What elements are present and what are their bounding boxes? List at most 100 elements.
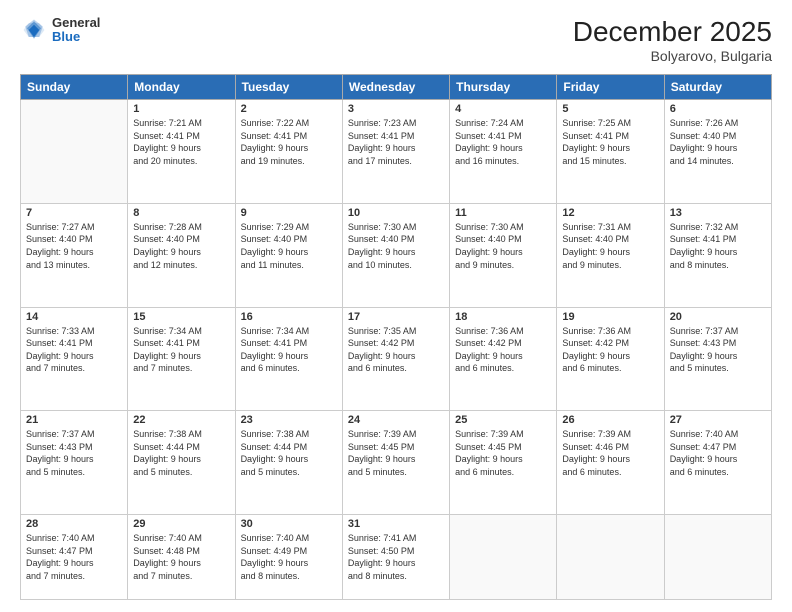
day-number: 28 — [26, 518, 122, 530]
calendar-cell: 14 Sunrise: 7:33 AMSunset: 4:41 PMDayligh… — [21, 307, 128, 411]
day-info: Sunrise: 7:36 AMSunset: 4:42 PMDaylight:… — [455, 325, 551, 375]
weekday-header: Saturday — [664, 75, 771, 100]
day-number: 9 — [241, 207, 337, 219]
day-info: Sunrise: 7:25 AMSunset: 4:41 PMDaylight:… — [562, 117, 658, 167]
calendar-cell: 1 Sunrise: 7:21 AMSunset: 4:41 PMDaylight… — [128, 100, 235, 204]
day-number: 7 — [26, 207, 122, 219]
day-number: 25 — [455, 414, 551, 426]
day-info: Sunrise: 7:30 AMSunset: 4:40 PMDaylight:… — [455, 221, 551, 271]
day-info: Sunrise: 7:24 AMSunset: 4:41 PMDaylight:… — [455, 117, 551, 167]
day-info: Sunrise: 7:37 AMSunset: 4:43 PMDaylight:… — [670, 325, 766, 375]
weekday-header: Sunday — [21, 75, 128, 100]
day-info: Sunrise: 7:34 AMSunset: 4:41 PMDaylight:… — [133, 325, 229, 375]
day-number: 11 — [455, 207, 551, 219]
day-number: 1 — [133, 103, 229, 115]
calendar-week-row: 1 Sunrise: 7:21 AMSunset: 4:41 PMDaylight… — [21, 100, 772, 204]
day-number: 18 — [455, 311, 551, 323]
day-number: 4 — [455, 103, 551, 115]
weekday-header: Tuesday — [235, 75, 342, 100]
calendar-cell: 27Sunrise: 7:40 AMSunset: 4:47 PMDayligh… — [664, 411, 771, 515]
calendar-cell: 31 Sunrise: 7:41 AMSunset: 4:50 PMDayligh… — [342, 515, 449, 600]
day-info: Sunrise: 7:30 AMSunset: 4:40 PMDaylight:… — [348, 221, 444, 271]
day-number: 3 — [348, 103, 444, 115]
calendar-cell: 2Sunrise: 7:22 AMSunset: 4:41 PMDaylight… — [235, 100, 342, 204]
calendar-cell: 18 Sunrise: 7:36 AMSunset: 4:42 PMDayligh… — [450, 307, 557, 411]
calendar-cell: 7 Sunrise: 7:27 AMSunset: 4:40 PMDaylight… — [21, 203, 128, 307]
day-info: Sunrise: 7:35 AMSunset: 4:42 PMDaylight:… — [348, 325, 444, 375]
header: General Blue December 2025 Bolyarovo, Bu… — [20, 16, 772, 64]
weekday-header: Wednesday — [342, 75, 449, 100]
day-number: 8 — [133, 207, 229, 219]
day-number: 5 — [562, 103, 658, 115]
calendar-cell: 10 Sunrise: 7:30 AMSunset: 4:40 PMDayligh… — [342, 203, 449, 307]
day-info: Sunrise: 7:40 AMSunset: 4:48 PMDaylight:… — [133, 532, 229, 582]
calendar-week-row: 28Sunrise: 7:40 AMSunset: 4:47 PMDayligh… — [21, 515, 772, 600]
calendar-cell — [664, 515, 771, 600]
day-info: Sunrise: 7:41 AMSunset: 4:50 PMDaylight:… — [348, 532, 444, 582]
calendar-header-row: SundayMondayTuesdayWednesdayThursdayFrid… — [21, 75, 772, 100]
calendar-cell: 30Sunrise: 7:40 AMSunset: 4:49 PMDayligh… — [235, 515, 342, 600]
calendar-cell: 6 Sunrise: 7:26 AMSunset: 4:40 PMDaylight… — [664, 100, 771, 204]
calendar-cell: 24 Sunrise: 7:39 AMSunset: 4:45 PMDayligh… — [342, 411, 449, 515]
day-info: Sunrise: 7:37 AMSunset: 4:43 PMDaylight:… — [26, 428, 122, 478]
calendar-cell: 22Sunrise: 7:38 AMSunset: 4:44 PMDayligh… — [128, 411, 235, 515]
day-info: Sunrise: 7:32 AMSunset: 4:41 PMDaylight:… — [670, 221, 766, 271]
day-number: 14 — [26, 311, 122, 323]
calendar-cell — [557, 515, 664, 600]
calendar-cell: 28Sunrise: 7:40 AMSunset: 4:47 PMDayligh… — [21, 515, 128, 600]
day-number: 6 — [670, 103, 766, 115]
day-number: 21 — [26, 414, 122, 426]
day-number: 19 — [562, 311, 658, 323]
calendar-cell: 20 Sunrise: 7:37 AMSunset: 4:43 PMDayligh… — [664, 307, 771, 411]
weekday-header: Friday — [557, 75, 664, 100]
calendar-cell: 3Sunrise: 7:23 AMSunset: 4:41 PMDaylight… — [342, 100, 449, 204]
day-number: 23 — [241, 414, 337, 426]
day-number: 10 — [348, 207, 444, 219]
day-number: 2 — [241, 103, 337, 115]
day-info: Sunrise: 7:33 AMSunset: 4:41 PMDaylight:… — [26, 325, 122, 375]
weekday-header: Thursday — [450, 75, 557, 100]
calendar-cell: 26Sunrise: 7:39 AMSunset: 4:46 PMDayligh… — [557, 411, 664, 515]
calendar-cell — [21, 100, 128, 204]
calendar-cell: 23 Sunrise: 7:38 AMSunset: 4:44 PMDayligh… — [235, 411, 342, 515]
day-info: Sunrise: 7:38 AMSunset: 4:44 PMDaylight:… — [133, 428, 229, 478]
logo-line1: General — [52, 16, 100, 30]
month-title: December 2025 — [573, 16, 772, 48]
day-info: Sunrise: 7:27 AMSunset: 4:40 PMDaylight:… — [26, 221, 122, 271]
calendar-table: SundayMondayTuesdayWednesdayThursdayFrid… — [20, 74, 772, 600]
day-info: Sunrise: 7:39 AMSunset: 4:46 PMDaylight:… — [562, 428, 658, 478]
location: Bolyarovo, Bulgaria — [573, 48, 772, 64]
calendar-cell: 17Sunrise: 7:35 AMSunset: 4:42 PMDayligh… — [342, 307, 449, 411]
day-number: 15 — [133, 311, 229, 323]
day-info: Sunrise: 7:21 AMSunset: 4:41 PMDaylight:… — [133, 117, 229, 167]
logo: General Blue — [20, 16, 100, 45]
day-info: Sunrise: 7:28 AMSunset: 4:40 PMDaylight:… — [133, 221, 229, 271]
day-number: 31 — [348, 518, 444, 530]
calendar-cell: 15 Sunrise: 7:34 AMSunset: 4:41 PMDayligh… — [128, 307, 235, 411]
page: General Blue December 2025 Bolyarovo, Bu… — [0, 0, 792, 612]
calendar-cell: 9Sunrise: 7:29 AMSunset: 4:40 PMDaylight… — [235, 203, 342, 307]
calendar-cell: 12Sunrise: 7:31 AMSunset: 4:40 PMDayligh… — [557, 203, 664, 307]
calendar-week-row: 7 Sunrise: 7:27 AMSunset: 4:40 PMDaylight… — [21, 203, 772, 307]
day-number: 24 — [348, 414, 444, 426]
title-block: December 2025 Bolyarovo, Bulgaria — [573, 16, 772, 64]
calendar-cell: 19Sunrise: 7:36 AMSunset: 4:42 PMDayligh… — [557, 307, 664, 411]
day-info: Sunrise: 7:26 AMSunset: 4:40 PMDaylight:… — [670, 117, 766, 167]
day-number: 13 — [670, 207, 766, 219]
calendar-week-row: 21 Sunrise: 7:37 AMSunset: 4:43 PMDayligh… — [21, 411, 772, 515]
day-info: Sunrise: 7:38 AMSunset: 4:44 PMDaylight:… — [241, 428, 337, 478]
weekday-header: Monday — [128, 75, 235, 100]
calendar-cell: 16Sunrise: 7:34 AMSunset: 4:41 PMDayligh… — [235, 307, 342, 411]
day-number: 16 — [241, 311, 337, 323]
day-info: Sunrise: 7:39 AMSunset: 4:45 PMDaylight:… — [455, 428, 551, 478]
day-number: 20 — [670, 311, 766, 323]
calendar-cell: 11 Sunrise: 7:30 AMSunset: 4:40 PMDayligh… — [450, 203, 557, 307]
calendar-cell: 13 Sunrise: 7:32 AMSunset: 4:41 PMDayligh… — [664, 203, 771, 307]
day-info: Sunrise: 7:39 AMSunset: 4:45 PMDaylight:… — [348, 428, 444, 478]
logo-icon — [20, 16, 48, 44]
logo-text: General Blue — [52, 16, 100, 45]
day-info: Sunrise: 7:40 AMSunset: 4:47 PMDaylight:… — [670, 428, 766, 478]
calendar-cell: 5 Sunrise: 7:25 AMSunset: 4:41 PMDaylight… — [557, 100, 664, 204]
day-number: 29 — [133, 518, 229, 530]
day-number: 12 — [562, 207, 658, 219]
